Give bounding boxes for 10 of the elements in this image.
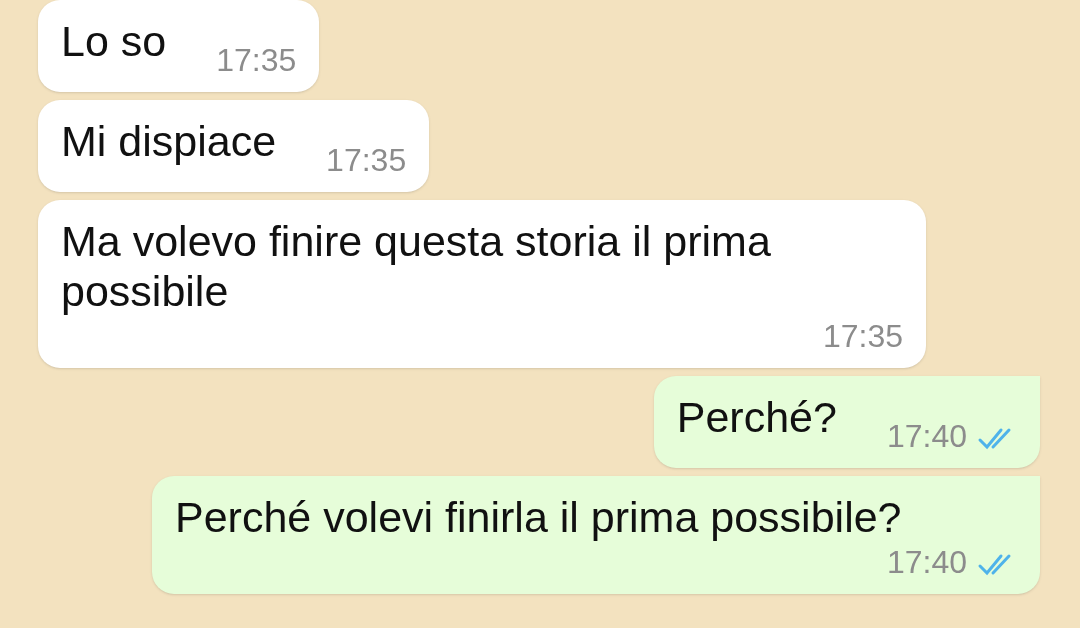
message-text: Mi dispiace: [61, 116, 277, 167]
message-time: 17:40: [886, 417, 967, 456]
message-time: 17:35: [216, 41, 297, 80]
message-time: 17:40: [886, 543, 967, 582]
message-text: Lo so: [61, 16, 167, 67]
message-text: Perché?: [676, 392, 837, 443]
message-text: Ma volevo finire questa storia il prima possibile: [61, 216, 772, 317]
message-time: 17:35: [326, 141, 407, 180]
message-text: Perché volevi finirla il prima possibile?: [175, 492, 902, 543]
message-time: 17:35: [822, 317, 903, 356]
